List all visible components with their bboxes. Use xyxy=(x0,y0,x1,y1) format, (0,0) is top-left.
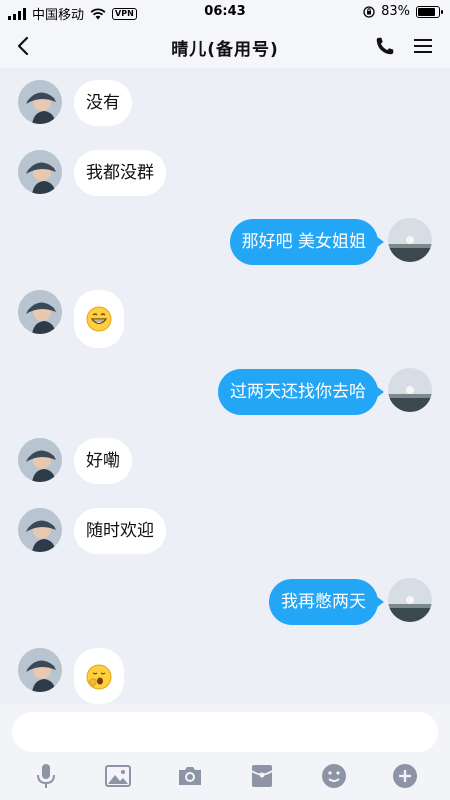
avatar[interactable] xyxy=(18,438,62,482)
red-packet-icon[interactable] xyxy=(248,762,276,790)
status-right: 83% xyxy=(363,4,443,19)
orientation-lock-icon xyxy=(363,5,375,18)
message-input[interactable] xyxy=(12,712,438,752)
message-bubble[interactable]: 我都没群 xyxy=(74,150,166,196)
emoji-icon[interactable] xyxy=(320,762,348,790)
message-bubble[interactable]: 好嘞 xyxy=(74,438,132,484)
input-toolbar xyxy=(0,762,450,798)
battery-fill xyxy=(418,7,435,16)
avatar[interactable] xyxy=(18,648,62,692)
chat-header: 晴儿(备用号) xyxy=(0,24,450,68)
image-icon[interactable] xyxy=(104,762,132,790)
battery-percent: 83% xyxy=(381,4,410,19)
hamburger-menu-icon[interactable] xyxy=(412,35,434,57)
yawning-face-emoji xyxy=(86,664,112,690)
battery-icon xyxy=(416,5,443,18)
avatar[interactable] xyxy=(18,150,62,194)
message-list[interactable]: 没有 我都没群 那好吧 美女姐姐 过两天还找你去哈 好嘞 随时欢迎 我再憋两天 xyxy=(0,68,450,704)
avatar[interactable] xyxy=(18,80,62,124)
status-bar: 中国移动 VPN 06:43 83% xyxy=(0,0,450,24)
avatar[interactable] xyxy=(18,290,62,334)
avatar[interactable] xyxy=(388,578,432,622)
message-bubble[interactable]: 没有 xyxy=(74,80,132,126)
avatar[interactable] xyxy=(388,218,432,262)
message-bubble[interactable]: 那好吧 美女姐姐 xyxy=(229,219,385,265)
avatar[interactable] xyxy=(388,368,432,412)
avatar[interactable] xyxy=(18,508,62,552)
phone-icon[interactable] xyxy=(374,35,396,57)
camera-icon[interactable] xyxy=(176,762,204,790)
plus-icon[interactable] xyxy=(391,762,419,790)
message-bubble[interactable] xyxy=(74,290,124,348)
message-bubble[interactable]: 随时欢迎 xyxy=(74,508,166,554)
input-area xyxy=(0,704,450,800)
message-bubble[interactable] xyxy=(74,648,124,704)
message-bubble[interactable]: 我再憋两天 xyxy=(269,579,384,625)
message-bubble[interactable]: 过两天还找你去哈 xyxy=(218,369,384,415)
grinning-face-emoji xyxy=(86,306,112,332)
microphone-icon[interactable] xyxy=(32,762,60,790)
